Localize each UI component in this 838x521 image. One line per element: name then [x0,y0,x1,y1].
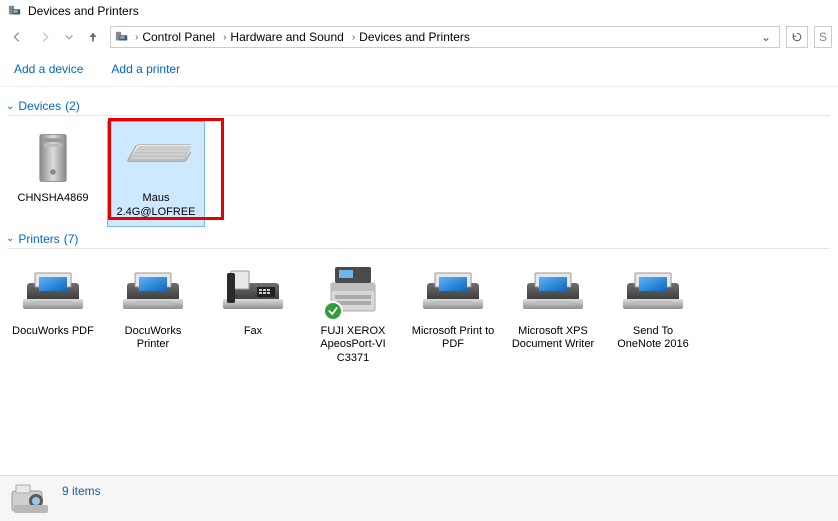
chevron-down-icon: ⌄ [6,233,14,244]
search-box[interactable]: S [814,26,832,48]
up-button[interactable] [82,26,104,48]
printer-item[interactable]: Microsoft Print to PDF [408,255,498,372]
group-label: Devices [18,99,61,113]
breadcrumb-segment[interactable]: ›Devices and Printers [348,30,472,44]
printer-icon [17,261,89,321]
group-header-printers[interactable]: ⌄ Printers (7) [6,232,830,246]
device-item-computer[interactable]: CHNSHA4869 [8,122,98,226]
group-label: Printers [18,232,59,246]
printers-items: DocuWorks PDF DocuWorks Printer Fax FUJI… [8,255,830,372]
printer-icon [617,261,689,321]
fax-icon [217,261,289,321]
printer-label: Microsoft Print to PDF [410,325,496,353]
breadcrumb-label: Hardware and Sound [230,30,343,44]
address-bar[interactable]: ›Control Panel ›Hardware and Sound ›Devi… [110,26,780,48]
printer-item-fax[interactable]: Fax [208,255,298,372]
printer-label: Fax [244,325,262,339]
default-check-icon [323,301,343,321]
devices-printers-icon [115,30,129,44]
printer-icon [117,261,189,321]
printer-icon [417,261,489,321]
back-button[interactable] [6,26,28,48]
printer-item[interactable]: DocuWorks PDF [8,255,98,372]
status-bar: 9 items [0,475,838,521]
printer-label: FUJI XEROX ApeosPort-VI C3371 [310,325,396,366]
printer-item[interactable]: Microsoft XPS Document Writer [508,255,598,372]
printer-label: Send To OneNote 2016 [610,325,696,353]
group-divider [8,115,830,116]
device-label: CHNSHA4869 [18,192,89,206]
add-device-link[interactable]: Add a device [14,62,83,76]
navigation-bar: ›Control Panel ›Hardware and Sound ›Devi… [0,22,838,52]
status-icon [10,481,50,517]
group-count: (2) [65,99,80,113]
search-placeholder: S [819,30,827,44]
breadcrumb-segment[interactable]: ›Hardware and Sound [219,30,346,44]
chevron-right-icon: › [350,32,357,43]
command-bar: Add a device Add a printer [0,52,838,87]
device-item-keyboard[interactable]: Maus 2.4G@LOFREE [108,122,204,226]
group-header-devices[interactable]: ⌄ Devices (2) [6,99,830,113]
breadcrumb-label: Control Panel [142,30,215,44]
printer-label: DocuWorks Printer [110,325,196,353]
device-label: Maus 2.4G@LOFREE [110,192,202,220]
address-dropdown[interactable]: ⌄ [757,30,775,44]
forward-button[interactable] [34,26,56,48]
chevron-right-icon: › [133,32,140,43]
refresh-button[interactable] [786,26,808,48]
recent-dropdown[interactable] [62,26,76,48]
breadcrumb-label: Devices and Printers [359,30,470,44]
breadcrumb-segment[interactable]: ›Control Panel [131,30,217,44]
printer-label: Microsoft XPS Document Writer [510,325,596,353]
printer-item[interactable]: DocuWorks Printer [108,255,198,372]
chevron-right-icon: › [221,32,228,43]
printer-label: DocuWorks PDF [12,325,94,339]
printer-icon [517,261,589,321]
content-area: ⌄ Devices (2) CHNSHA4869 Maus 2.4G@LOFRE… [0,87,838,472]
printer-item-default[interactable]: FUJI XEROX ApeosPort-VI C3371 [308,255,398,372]
window-title: Devices and Printers [28,4,139,18]
mfp-icon [317,261,389,321]
devices-printers-icon [8,4,22,18]
group-count: (7) [64,232,79,246]
group-divider [8,248,830,249]
printer-item[interactable]: Send To OneNote 2016 [608,255,698,372]
devices-items: CHNSHA4869 Maus 2.4G@LOFREE [8,122,830,226]
keyboard-icon [120,128,192,188]
computer-icon [17,128,89,188]
add-printer-link[interactable]: Add a printer [111,62,180,76]
chevron-down-icon: ⌄ [6,101,14,112]
title-bar: Devices and Printers [0,0,838,22]
status-text: 9 items [62,484,101,498]
